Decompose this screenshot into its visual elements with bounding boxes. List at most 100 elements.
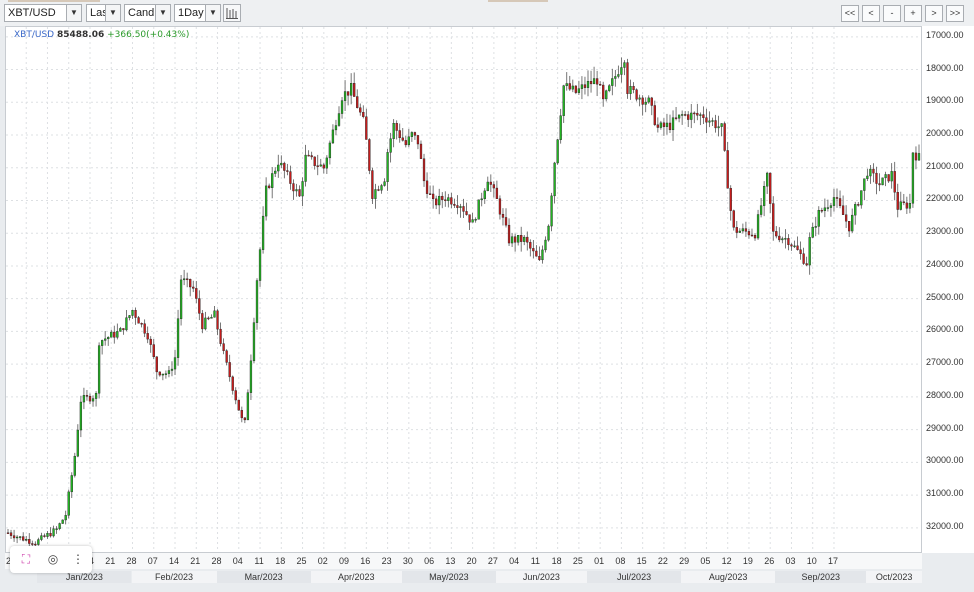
- candle-body: [67, 491, 70, 516]
- candle-body: [116, 331, 119, 338]
- candle-body: [222, 343, 225, 351]
- more-options-icon[interactable]: ⋮: [68, 550, 88, 568]
- candle-body: [781, 238, 784, 241]
- candle-body: [756, 214, 760, 239]
- candle-body: [495, 187, 499, 199]
- candle-body: [687, 114, 690, 120]
- candle-body: [498, 198, 502, 215]
- candle-body: [905, 202, 908, 209]
- candle-body: [665, 122, 669, 127]
- candle-body: [772, 203, 775, 232]
- candle-body: [708, 120, 711, 123]
- zoom-lens-icon[interactable]: ◎: [43, 550, 63, 568]
- candle-body: [161, 373, 165, 376]
- candle-body: [611, 78, 614, 86]
- candle-body: [887, 174, 890, 182]
- candle-body: [110, 331, 113, 338]
- chart-type-select[interactable]: Candle ▼: [124, 4, 171, 22]
- candle-body: [705, 117, 708, 123]
- candle-body: [137, 317, 140, 324]
- candle-body: [125, 317, 128, 331]
- candle-body: [844, 214, 848, 222]
- price-axis[interactable]: 32000.00 31000.00 30000.00 29000.00 28000.00…: [922, 26, 974, 553]
- candle-body: [759, 205, 763, 215]
- candle-body: [835, 197, 839, 199]
- candle-body: [832, 197, 836, 206]
- date-tick-label: 22: [657, 556, 668, 566]
- candle-body: [383, 181, 386, 186]
- candle-body: [562, 85, 565, 116]
- zoom-out-button[interactable]: -: [883, 5, 901, 22]
- month-label: May/2023: [401, 571, 496, 583]
- candle-body: [365, 116, 368, 140]
- scroll-first-button[interactable]: <<: [841, 5, 859, 22]
- month-axis: Jan/2023 Feb/2023 Mar/2023 Apr/2023 May/2023…: [5, 571, 922, 583]
- candle-body: [149, 338, 152, 345]
- candle-body: [25, 539, 28, 541]
- candle-body: [94, 393, 98, 399]
- candle-body: [523, 236, 526, 242]
- candle-body: [58, 523, 61, 529]
- candle-body: [471, 219, 474, 223]
- candle-body: [504, 217, 508, 226]
- crosshair-icon[interactable]: ⛶: [16, 550, 36, 568]
- scroll-back-button[interactable]: <: [862, 5, 880, 22]
- candle-body: [720, 123, 723, 127]
- candlestick-plot: [6, 27, 921, 552]
- scroll-last-button[interactable]: >>: [946, 5, 964, 22]
- candle-body: [899, 201, 902, 210]
- indicators-button[interactable]: [223, 4, 241, 22]
- candle-body: [650, 97, 653, 106]
- candle-body: [195, 288, 198, 299]
- candle-body: [88, 395, 92, 402]
- candle-body: [541, 249, 544, 261]
- candle-body: [453, 203, 456, 206]
- candle-body: [884, 174, 887, 179]
- zoom-in-button[interactable]: +: [904, 5, 922, 22]
- candle-body: [620, 67, 623, 75]
- date-tick-label: 18: [275, 556, 286, 566]
- candle-body: [517, 235, 520, 243]
- candle-body: [237, 399, 240, 411]
- candle-body: [43, 535, 46, 537]
- price-tick-label: 32000.00: [926, 520, 964, 531]
- candle-body: [538, 256, 541, 261]
- candle-body: [298, 189, 301, 197]
- candle-body: [261, 215, 265, 250]
- candle-body: [49, 533, 52, 537]
- candle-body: [119, 328, 122, 332]
- candle-body: [258, 249, 262, 281]
- candle-body: [586, 81, 590, 88]
- date-tick-label: 23: [381, 556, 392, 566]
- scroll-forward-button[interactable]: >: [925, 5, 943, 22]
- symbol-select[interactable]: XBT/USD ▼: [4, 4, 82, 22]
- date-tick-label: 11: [530, 556, 541, 566]
- price-chart[interactable]: [5, 26, 922, 553]
- candle-body: [483, 190, 486, 200]
- date-tick-label: 26: [764, 556, 775, 566]
- candle-body: [307, 154, 310, 157]
- candle-body: [507, 224, 511, 244]
- candle-body: [107, 337, 110, 340]
- candle-body: [823, 207, 827, 211]
- candle-body: [450, 197, 453, 205]
- candle-body: [204, 317, 207, 330]
- candle-body: [626, 62, 629, 94]
- candle-body: [632, 86, 635, 90]
- candle-body: [571, 85, 574, 90]
- price-type-select[interactable]: Last ▼: [86, 4, 121, 22]
- date-axis[interactable]: 2243107142128071421280411182502091623300…: [5, 553, 922, 569]
- candle-body: [425, 180, 429, 194]
- candle-body: [699, 114, 702, 116]
- candle-body: [896, 192, 899, 210]
- candle-body: [753, 235, 757, 239]
- candle-body: [310, 155, 313, 158]
- candle-body: [468, 214, 471, 223]
- date-tick-label: 25: [572, 556, 583, 566]
- candle-body: [76, 429, 79, 457]
- candle-body: [128, 315, 131, 318]
- candle-body: [644, 101, 647, 105]
- candle-body: [243, 417, 247, 421]
- interval-select[interactable]: 1Day ▼: [174, 4, 221, 22]
- candle-body: [838, 198, 842, 206]
